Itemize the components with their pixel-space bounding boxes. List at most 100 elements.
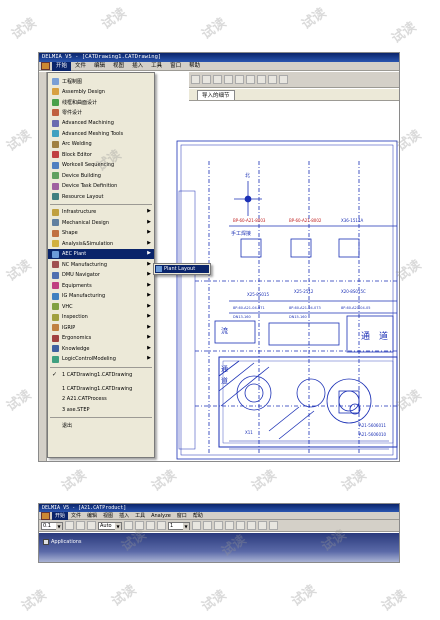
start-menu-item[interactable]: Shape ▶ xyxy=(48,228,154,238)
watermark-text: 试读 xyxy=(379,587,410,615)
scale-combo[interactable]: 1 xyxy=(168,521,190,530)
start-menu-item[interactable]: Infrastructure ▶ xyxy=(48,207,154,217)
catia-window-drawing: DELMIA V5 - [CATDrawing1.CATDrawing] 开始文… xyxy=(38,52,400,462)
start-menu-item[interactable]: Equipments ▶ xyxy=(48,281,154,291)
paste-icon[interactable] xyxy=(257,75,266,84)
tab-imported-details[interactable]: 导入的细节 xyxy=(197,90,235,100)
toolbar-icon[interactable] xyxy=(146,521,155,530)
watermark-text: 试读 xyxy=(59,467,90,495)
toolbar-icon[interactable] xyxy=(269,521,278,530)
start-menu-item-label: IGRIP xyxy=(62,324,76,331)
print-icon[interactable] xyxy=(224,75,233,84)
recent-file-item[interactable]: 3 ase.STEP xyxy=(48,405,154,415)
submenu-item-plant-layout[interactable]: Plant Layout xyxy=(155,265,209,273)
3d-viewport[interactable]: Applications xyxy=(39,533,399,562)
start-menu-item[interactable]: Advanced Meshing Tools xyxy=(48,129,154,139)
new-icon[interactable] xyxy=(191,75,200,84)
recent-file-item[interactable]: 1 CATDrawing1.CATDrawing xyxy=(48,384,154,394)
start-menu-item[interactable]: Workcell Sequencing xyxy=(48,160,154,170)
drawing-tag: 8P-60-A21-04-073 xyxy=(289,306,321,310)
start-menu-item[interactable]: Inspection ▶ xyxy=(48,312,154,322)
menu-item[interactable]: 文件 xyxy=(68,512,84,520)
menu-item[interactable]: 插入 xyxy=(128,62,147,71)
drawing-tag: 8P-60-A21-04-071 xyxy=(233,306,265,310)
toolbar-icon[interactable] xyxy=(258,521,267,530)
redo-icon[interactable] xyxy=(279,75,288,84)
drawing-canvas[interactable]: 北 手工焊接 BP-60-A21-8003 BP-60-A21-8002 X36… xyxy=(149,101,399,461)
menu-item[interactable]: Analyze xyxy=(148,512,174,520)
start-menu-item-label: Knowledge xyxy=(62,345,90,352)
toolbar-icon[interactable] xyxy=(124,521,133,530)
start-menu-item[interactable]: IG Manufacturing ▶ xyxy=(48,291,154,301)
start-menu-item[interactable]: Block Editor xyxy=(48,150,154,160)
outer-wall xyxy=(176,140,398,460)
start-menu-item[interactable]: Device Task Definition xyxy=(48,181,154,191)
start-menu-item[interactable]: IGRIP ▶ xyxy=(48,323,154,333)
start-menu-item[interactable]: Knowledge ▶ xyxy=(48,344,154,354)
start-menu-item-label: Device Task Definition xyxy=(62,183,118,189)
menu-item[interactable]: 编辑 xyxy=(84,512,100,520)
start-menu-item[interactable]: AEC Plant ▶ xyxy=(48,249,154,259)
start-menu-item[interactable]: DMU Navigator ▶ xyxy=(48,270,154,280)
start-menu-item[interactable]: LogicControlModeling ▶ xyxy=(48,354,154,364)
toolbar-icon[interactable] xyxy=(225,521,234,530)
start-menu-item[interactable]: Arc Welding xyxy=(48,139,154,149)
menu-item[interactable]: 窗口 xyxy=(174,512,190,520)
toolbar-icon[interactable] xyxy=(135,521,144,530)
start-menu-item[interactable]: 工程制图 xyxy=(48,76,154,86)
recent-file-label: 2 A21.CATProcess xyxy=(62,396,107,402)
recent-file-item[interactable]: 2 A21.CATProcess xyxy=(48,394,154,404)
toolbar-icon[interactable] xyxy=(203,521,212,530)
mesh-icon xyxy=(52,130,59,137)
menu-item[interactable]: 窗口 xyxy=(166,62,185,71)
drawing-icon xyxy=(52,77,59,85)
menu-item[interactable]: 开始 xyxy=(52,511,69,520)
start-menu-item[interactable]: Analysis&Simulation ▶ xyxy=(48,239,154,249)
toolbar-icon[interactable] xyxy=(76,521,85,530)
checkmark-icon: ✓ xyxy=(52,371,58,378)
toolbar-icon[interactable] xyxy=(247,521,256,530)
menu-item[interactable]: 视图 xyxy=(109,62,128,71)
menu-item[interactable]: 工具 xyxy=(132,512,148,520)
start-menu-item[interactable]: VHC ▶ xyxy=(48,302,154,312)
start-menu-item[interactable]: Assembly Design xyxy=(48,87,154,97)
watermark-text: 试读 xyxy=(4,257,35,285)
menu-item[interactable]: 帮助 xyxy=(190,512,206,520)
spec-tree-root[interactable]: Applications xyxy=(43,539,82,545)
menu-item[interactable]: 工具 xyxy=(147,62,166,71)
start-menu-item[interactable]: Ergonomics ▶ xyxy=(48,333,154,343)
start-menu-item-label: LogicControlModeling xyxy=(62,356,116,362)
mode-combo[interactable]: Auto xyxy=(98,521,122,530)
start-menu-item[interactable]: Mechanical Design ▶ xyxy=(48,218,154,228)
menu-item[interactable]: 视图 xyxy=(100,512,116,520)
menu-item[interactable]: 文件 xyxy=(71,62,90,71)
save-icon[interactable] xyxy=(213,75,222,84)
toolbar-icon[interactable] xyxy=(192,521,201,530)
undo-icon[interactable] xyxy=(268,75,277,84)
zone-label: 通 xyxy=(361,331,370,342)
toolbar-icon[interactable] xyxy=(87,521,96,530)
copy-icon[interactable] xyxy=(246,75,255,84)
menu-item[interactable]: 编辑 xyxy=(90,62,109,71)
start-menu-item[interactable]: Advanced Machining xyxy=(48,118,154,128)
tolerance-combo[interactable]: 0.1 xyxy=(41,521,63,530)
start-menu-item-label: VHC xyxy=(62,303,73,310)
toolbar-icon[interactable] xyxy=(65,521,74,530)
start-menu-item[interactable]: 零件设计 xyxy=(48,108,154,118)
start-menu-item[interactable]: Resource Layout xyxy=(48,192,154,202)
toolbar-icon[interactable] xyxy=(214,521,223,530)
start-menu-item[interactable]: Device Building xyxy=(48,171,154,181)
toolbar-icon[interactable] xyxy=(236,521,245,530)
start-menu-item[interactable]: NC Manufacturing ▶ xyxy=(48,260,154,270)
mechanical-icon xyxy=(52,219,59,226)
recent-file-item[interactable]: ✓ 1 CATDrawing1.CATDrawing xyxy=(48,370,154,380)
exit-menu-item[interactable]: 退出 xyxy=(48,420,154,430)
menu-item[interactable]: 帮助 xyxy=(185,62,204,71)
submenu-arrow-icon: ▶ xyxy=(147,302,151,309)
menu-item[interactable]: 开始 xyxy=(52,61,72,71)
toolbar-icon[interactable] xyxy=(157,521,166,530)
cut-icon[interactable] xyxy=(235,75,244,84)
menu-item[interactable]: 插入 xyxy=(116,512,132,520)
open-icon[interactable] xyxy=(202,75,211,84)
start-menu-item[interactable]: 线框和曲面设计 xyxy=(48,97,154,107)
